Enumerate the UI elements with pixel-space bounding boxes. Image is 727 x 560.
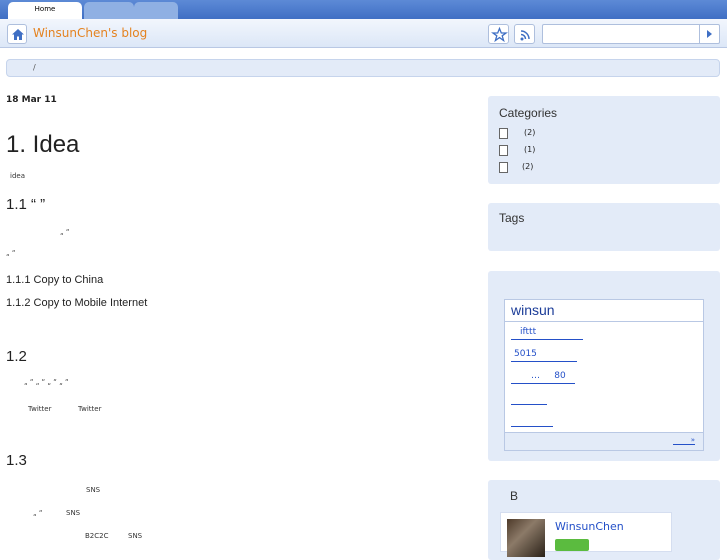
- profile-name-link[interactable]: WinsunChen: [555, 520, 624, 533]
- quote-marks: „ “: [60, 228, 70, 236]
- category-count: (2): [524, 128, 536, 137]
- tab-blank[interactable]: [134, 2, 178, 19]
- twitter-text: Twitter: [28, 405, 52, 413]
- quote-marks: „ “: [6, 249, 16, 257]
- widget-link[interactable]: … 80: [511, 371, 575, 384]
- post-intro: idea: [10, 172, 25, 180]
- b2c2c-text: B2C2C: [85, 532, 109, 540]
- home-icon: [12, 29, 24, 40]
- widget-title: winsun: [505, 300, 703, 322]
- sns-text: SNS: [128, 532, 143, 540]
- widget-more-link[interactable]: »: [673, 436, 695, 445]
- subsection-heading: 1.1.2 Copy to Mobile Internet: [6, 297, 148, 309]
- widget-footer: »: [505, 432, 703, 450]
- breadcrumb: /: [6, 59, 720, 77]
- section-heading: 1.2: [6, 348, 27, 365]
- blog-title[interactable]: WinsunChen's blog: [33, 26, 147, 40]
- section-heading: 1.1 “ ”: [6, 196, 46, 213]
- widget-link[interactable]: ifttt: [511, 327, 583, 340]
- play-arrow-icon: [707, 30, 712, 38]
- rss-button[interactable]: [514, 24, 535, 44]
- category-count: (2): [522, 162, 534, 171]
- sns-text: SNS: [86, 486, 101, 494]
- star-icon: [491, 26, 508, 43]
- rss-icon: [520, 30, 530, 41]
- category-count: (1): [524, 145, 536, 154]
- subsection-heading: 1.1.1 Copy to China: [6, 274, 104, 286]
- tab-home[interactable]: Home: [8, 2, 82, 19]
- widget-link[interactable]: [511, 392, 547, 405]
- document-icon: [499, 145, 508, 156]
- profile-panel-title: B: [510, 489, 519, 503]
- post-title: 1. Idea: [6, 131, 80, 158]
- bookmark-button[interactable]: [488, 24, 509, 44]
- follow-button[interactable]: [555, 539, 589, 551]
- post-date: 18 Mar 11: [6, 95, 57, 105]
- sns-text: SNS: [66, 509, 81, 517]
- document-icon: [499, 128, 508, 139]
- weibo-widget: winsun ifttt 5015 … 80 »: [504, 299, 704, 451]
- tab-blank[interactable]: [84, 2, 134, 19]
- search-go-button[interactable]: [699, 25, 719, 43]
- tags-title: Tags: [499, 211, 525, 225]
- browser-tabbar: Home: [0, 0, 727, 19]
- quote-marks: „ “ „ “ „ “ „ “: [24, 378, 69, 386]
- categories-panel: Categories (2) (1) (2): [488, 96, 720, 184]
- blog-toolbar: WinsunChen's blog: [0, 19, 727, 48]
- twitter-text: Twitter: [78, 405, 102, 413]
- categories-title: Categories: [499, 106, 558, 120]
- breadcrumb-separator: /: [33, 63, 36, 72]
- quote-marks: „ “: [33, 509, 43, 517]
- avatar[interactable]: [507, 519, 545, 557]
- widget-link[interactable]: [511, 414, 553, 427]
- widget-link[interactable]: 5015: [511, 349, 577, 362]
- profile-card: WinsunChen: [500, 512, 672, 557]
- section-heading: 1.3: [6, 452, 27, 469]
- home-button[interactable]: [7, 24, 27, 44]
- tags-panel: Tags: [488, 203, 720, 251]
- document-icon: [499, 162, 508, 173]
- search-input[interactable]: [542, 24, 720, 44]
